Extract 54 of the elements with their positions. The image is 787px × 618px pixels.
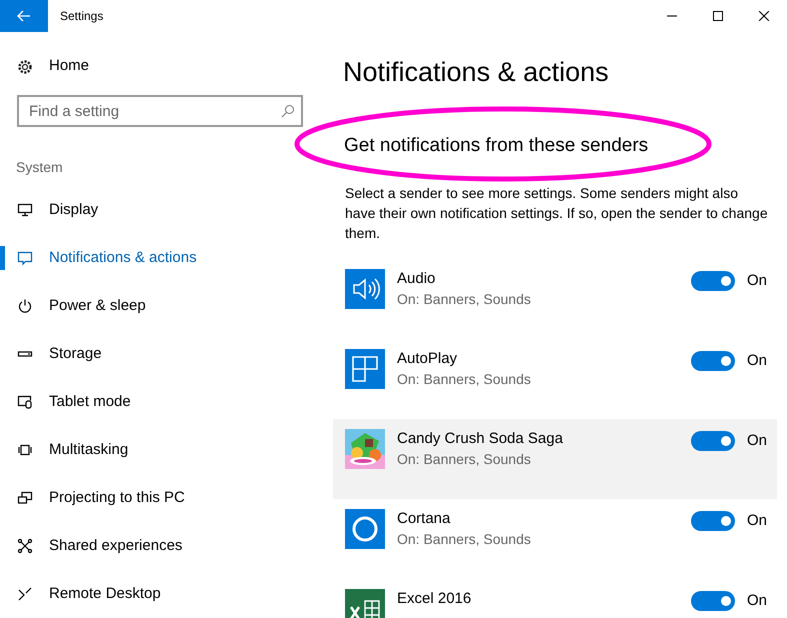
sidebar-item[interactable]: Display bbox=[5, 186, 320, 234]
sender-name: AutoPlay bbox=[397, 349, 458, 369]
window-title: Settings bbox=[60, 8, 104, 25]
sidebar-item[interactable]: Notifications & actions bbox=[5, 234, 320, 282]
page-title: Notifications & actions bbox=[343, 56, 610, 89]
toggle-label: On bbox=[746, 351, 767, 371]
sender-status: On: Banners, Sounds bbox=[397, 370, 532, 389]
minimize-icon bbox=[667, 15, 677, 17]
search-icon bbox=[281, 104, 295, 118]
power-icon bbox=[17, 298, 33, 314]
sender-row[interactable]: Candy Crush Soda Saga On: Banners, Sounds On bbox=[333, 419, 777, 499]
sender-name: Audio bbox=[397, 269, 436, 289]
toggle-label: On bbox=[746, 511, 767, 531]
sidebar-item[interactable]: Shared experiences bbox=[5, 522, 320, 570]
toggle-switch[interactable] bbox=[690, 271, 735, 292]
autoplay-icon bbox=[345, 349, 385, 389]
search-field[interactable]: Find a setting bbox=[17, 95, 303, 127]
maximize-icon bbox=[713, 11, 723, 21]
back-arrow-icon bbox=[17, 10, 31, 22]
toggle-label: On bbox=[746, 431, 767, 451]
toggle-switch[interactable] bbox=[690, 431, 735, 452]
projecting-icon bbox=[17, 490, 33, 506]
monitor-icon bbox=[17, 202, 33, 218]
speech-bubble-icon bbox=[17, 250, 33, 266]
toggle-label: On bbox=[746, 591, 767, 611]
sidebar-item[interactable]: Projecting to this PC bbox=[5, 474, 320, 522]
shared-nodes-icon bbox=[17, 538, 33, 554]
toggle-switch[interactable] bbox=[690, 351, 735, 372]
section-heading: System bbox=[15, 158, 64, 177]
section-subtitle: Get notifications from these senders bbox=[344, 134, 650, 158]
toggle-label: On bbox=[746, 271, 767, 291]
sidebar-item[interactable]: Multitasking bbox=[5, 426, 320, 474]
toggle-switch[interactable] bbox=[690, 591, 735, 612]
tablet-icon bbox=[17, 394, 33, 410]
sidebar-item[interactable]: Tablet mode bbox=[5, 378, 320, 426]
speaker-icon bbox=[345, 269, 385, 309]
toggle-switch[interactable] bbox=[690, 511, 735, 532]
sender-status: On: Banners, Sounds bbox=[397, 530, 532, 549]
spreadsheet-icon bbox=[345, 589, 385, 618]
settings-icon bbox=[17, 58, 33, 74]
ring-icon bbox=[345, 509, 385, 549]
sender-name: Cortana bbox=[397, 509, 452, 529]
sidebar-item[interactable]: Power & sleep bbox=[5, 282, 320, 330]
close-icon bbox=[759, 11, 769, 21]
sender-status: On: Banners, Sounds bbox=[397, 290, 532, 309]
description-text: Select a sender to see more settings. Some senders might also have their own notification settings. If so, open the sender to change them. bbox=[345, 184, 769, 243]
sidebar-item[interactable]: Remote Desktop bbox=[5, 570, 320, 618]
sidebar-item[interactable]: Storage bbox=[5, 330, 320, 378]
home-link[interactable]: Home bbox=[0, 48, 320, 85]
sender-status: On: Banners, Sounds bbox=[397, 450, 532, 469]
sender-name: Candy Crush Soda Saga bbox=[397, 429, 564, 449]
remote-arrows-icon bbox=[17, 586, 33, 602]
sender-name: Excel 2016 bbox=[397, 589, 472, 609]
multitasking-icon bbox=[17, 442, 33, 458]
